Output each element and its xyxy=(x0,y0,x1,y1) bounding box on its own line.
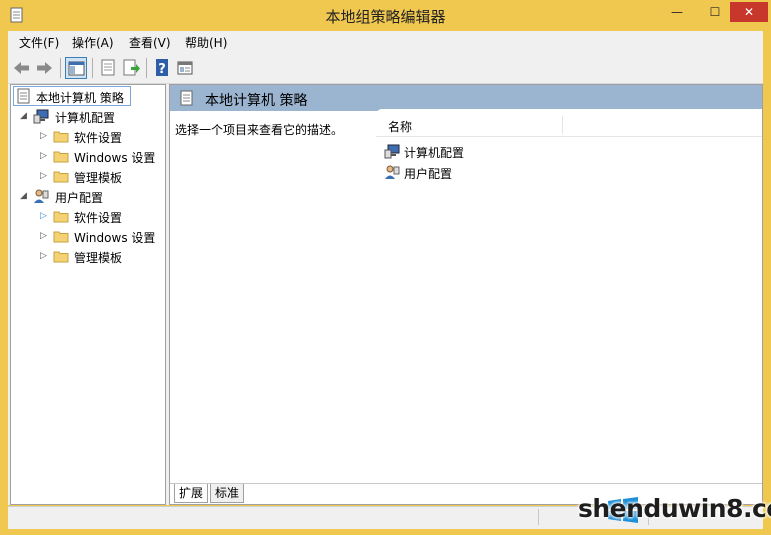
tree-label: 本地计算机 策略 xyxy=(36,91,124,105)
folder-icon xyxy=(53,228,69,244)
column-name[interactable]: 名称 xyxy=(388,118,412,135)
navigation-tree: 本地计算机 策略 ◢ 计算机配置 ▷ 软件设置 ▷ Windows 设置 ▷ 管… xyxy=(10,84,166,505)
folder-icon xyxy=(53,128,69,144)
minimize-button[interactable]: — xyxy=(660,2,694,22)
computer-icon xyxy=(33,108,49,124)
tree-label: Windows 设置 xyxy=(74,151,156,165)
back-icon[interactable] xyxy=(11,57,33,79)
folder-icon xyxy=(53,208,69,224)
tree-label: 管理模板 xyxy=(74,251,123,265)
list-item-user-config[interactable]: 用户配置 xyxy=(384,162,584,182)
menu-help[interactable]: 帮助(H) xyxy=(185,34,227,51)
tree-label: 软件设置 xyxy=(74,211,123,225)
tree-item-user-templates[interactable]: ▷ 管理模板 xyxy=(11,246,165,266)
expanded-arrow-icon[interactable]: ◢ xyxy=(20,111,28,121)
tree-label: 计算机配置 xyxy=(55,111,116,125)
menu-view[interactable]: 查看(V) xyxy=(129,34,171,51)
user-icon xyxy=(384,164,400,180)
expanded-arrow-icon[interactable]: ◢ xyxy=(20,191,28,201)
tree-item-user-software[interactable]: ▷ 软件设置 xyxy=(11,206,165,226)
tree-label: Windows 设置 xyxy=(74,231,156,245)
properties-icon[interactable] xyxy=(97,57,119,79)
policy-document-icon xyxy=(180,90,194,106)
title-bar[interactable]: 本地组策略编辑器 — ☐ ✕ xyxy=(0,0,771,30)
list-item-label: 计算机配置 xyxy=(404,146,465,160)
svg-text:?: ? xyxy=(158,62,166,77)
policy-document-icon xyxy=(16,88,32,104)
watermark: shenduwin8.com xyxy=(572,490,771,530)
toolbar: ? xyxy=(8,53,763,84)
window-title: 本地组策略编辑器 xyxy=(325,8,446,26)
export-icon[interactable] xyxy=(120,57,142,79)
collapsed-arrow-icon[interactable]: ▷ xyxy=(40,211,48,221)
forward-icon[interactable] xyxy=(33,57,55,79)
status-divider xyxy=(538,509,539,525)
tree-item-user-config[interactable]: ◢ 用户配置 xyxy=(11,186,165,206)
toolbar-separator xyxy=(60,58,61,78)
toolbar-separator xyxy=(92,58,93,78)
main-window: 本地组策略编辑器 — ☐ ✕ 文件(F) 操作(A) 查看(V) 帮助(H) ? xyxy=(0,0,771,535)
computer-icon xyxy=(384,143,400,159)
show-hide-tree-icon[interactable] xyxy=(65,57,87,79)
tree-item-user-windows[interactable]: ▷ Windows 设置 xyxy=(11,226,165,246)
items-list: 名称 计算机配置 用户配置 xyxy=(376,109,762,477)
tree-item-computer-software[interactable]: ▷ 软件设置 xyxy=(11,126,165,146)
tree-item-computer-windows[interactable]: ▷ Windows 设置 xyxy=(11,146,165,166)
view-icon[interactable] xyxy=(174,57,196,79)
client-area: 本地计算机 策略 ◢ 计算机配置 ▷ 软件设置 ▷ Windows 设置 ▷ 管… xyxy=(8,84,763,505)
watermark-text: shenduwin8.com xyxy=(578,494,771,523)
tree-label: 用户配置 xyxy=(55,191,104,205)
close-button[interactable]: ✕ xyxy=(730,2,768,22)
details-header: 本地计算机 策略 xyxy=(170,85,762,111)
details-pane: 本地计算机 策略 选择一个项目来查看它的描述。 名称 计算机配置 用户配置 扩展… xyxy=(169,84,763,505)
user-icon xyxy=(33,188,49,204)
tree-item-root[interactable]: 本地计算机 策略 xyxy=(11,86,165,106)
folder-icon xyxy=(53,248,69,264)
list-item-label: 用户配置 xyxy=(404,167,453,181)
collapsed-arrow-icon[interactable]: ▷ xyxy=(40,251,48,261)
tab-standard[interactable]: 标准 xyxy=(210,484,245,503)
collapsed-arrow-icon[interactable]: ▷ xyxy=(40,131,48,141)
maximize-button[interactable]: ☐ xyxy=(700,2,730,22)
menu-bar: 文件(F) 操作(A) 查看(V) 帮助(H) xyxy=(8,31,763,53)
tree-label: 管理模板 xyxy=(74,171,123,185)
collapsed-arrow-icon[interactable]: ▷ xyxy=(40,151,48,161)
tree-item-computer-config[interactable]: ◢ 计算机配置 xyxy=(11,106,165,126)
folder-icon xyxy=(53,148,69,164)
tab-extended[interactable]: 扩展 xyxy=(174,484,209,503)
menu-action[interactable]: 操作(A) xyxy=(72,34,114,51)
details-title: 本地计算机 策略 xyxy=(205,93,308,109)
collapsed-arrow-icon[interactable]: ▷ xyxy=(40,171,48,181)
description-text: 选择一个项目来查看它的描述。 xyxy=(175,123,344,137)
tree-label: 软件设置 xyxy=(74,131,123,145)
column-divider[interactable] xyxy=(562,116,563,134)
collapsed-arrow-icon[interactable]: ▷ xyxy=(40,231,48,241)
folder-icon xyxy=(53,168,69,184)
toolbar-separator xyxy=(146,58,147,78)
tree-item-computer-templates[interactable]: ▷ 管理模板 xyxy=(11,166,165,186)
list-item-computer-config[interactable]: 计算机配置 xyxy=(384,141,584,161)
column-header[interactable]: 名称 xyxy=(376,114,762,137)
menu-file[interactable]: 文件(F) xyxy=(19,34,59,51)
help-icon[interactable]: ? xyxy=(151,57,173,79)
